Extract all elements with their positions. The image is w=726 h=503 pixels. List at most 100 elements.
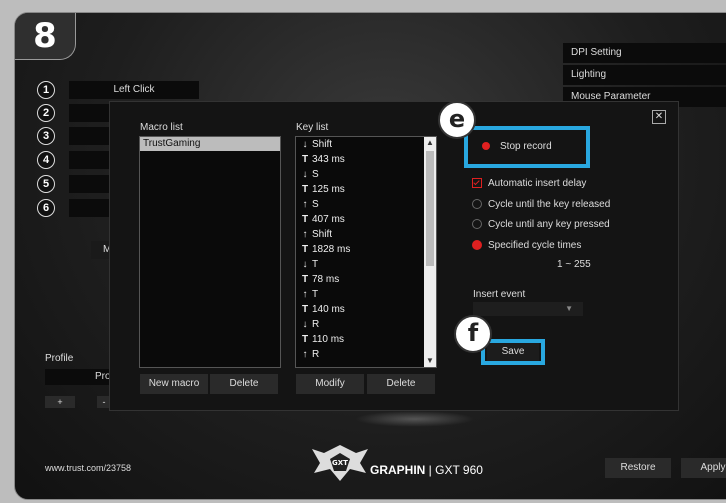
macro-dialog: ✕ Macro list TrustGaming Key list ↓ Shift… [109, 101, 679, 411]
scroll-thumb[interactable] [426, 151, 434, 266]
key-list-item-text: 110 ms [312, 334, 345, 345]
timer-icon: T [301, 184, 309, 195]
key-list-item[interactable]: T 78 ms [296, 272, 436, 287]
arrow-down-icon: ↓ [302, 139, 308, 150]
cycle-key-released-radio[interactable]: Cycle until the key released [472, 198, 610, 212]
callout-f: f [454, 315, 492, 353]
macro-list[interactable]: TrustGaming [139, 136, 281, 368]
insert-event-select[interactable]: ▼ [473, 302, 583, 316]
gxt-logo-icon: GXT [312, 445, 368, 481]
cycle-range-text[interactable]: 1 ~ 255 [557, 258, 591, 272]
menu-lighting[interactable]: Lighting [563, 65, 726, 85]
key-list-item[interactable]: T 407 ms [296, 212, 436, 227]
auto-insert-delay-label: Automatic insert delay [488, 178, 587, 189]
button-number: 4 [37, 151, 55, 169]
timer-icon: T [301, 304, 309, 315]
chevron-down-icon: ▼ [565, 304, 573, 313]
new-macro-button[interactable]: New macro [140, 374, 208, 394]
key-list-item[interactable]: ↓ S [296, 167, 436, 182]
key-list-item-text: T [312, 289, 319, 300]
profile-add-button[interactable]: + [45, 396, 75, 408]
key-list-item[interactable]: T 125 ms [296, 182, 436, 197]
key-list-scrollbar[interactable]: ▲ ▼ [424, 137, 436, 367]
save-button[interactable]: Save [487, 343, 539, 361]
macro-item[interactable]: TrustGaming [140, 137, 280, 151]
key-list-item-text: R [312, 319, 320, 330]
callout-e: e [438, 101, 476, 139]
auto-insert-delay-checkbox[interactable]: Automatic insert delay [472, 177, 586, 191]
timer-icon: T [301, 214, 309, 225]
close-icon[interactable]: ✕ [652, 110, 666, 124]
step-badge: 8 [15, 13, 76, 60]
key-list[interactable]: ↓ Shift T 343 ms ↓ S T 125 ms ↑ S T 407 ms ↑ Shift T 18… [295, 136, 437, 368]
record-dot-icon [482, 142, 490, 151]
cycle-any-key-radio[interactable]: Cycle until any key pressed [472, 218, 610, 232]
radio-selected-icon [472, 240, 482, 251]
key-list-item[interactable]: ↑ R [296, 347, 436, 362]
key-list-item[interactable]: ↓ Shift [296, 137, 436, 152]
scroll-down-icon[interactable]: ▼ [424, 355, 436, 367]
key-list-item[interactable]: T 1828 ms [296, 242, 436, 257]
stop-record-button[interactable]: Stop record [482, 140, 552, 154]
key-list-item[interactable]: ↑ S [296, 197, 436, 212]
restore-button[interactable]: Restore [605, 458, 671, 478]
key-list-item[interactable]: ↑ Shift [296, 227, 436, 242]
menu-dpi-setting[interactable]: DPI Setting [563, 43, 726, 63]
specified-cycle-radio[interactable]: Specified cycle times [472, 239, 581, 253]
key-list-item[interactable]: ↓ T [296, 257, 436, 272]
key-list-item-text: 1828 ms [312, 244, 351, 255]
settings-menu: DPI Setting Lighting Mouse Parameter [563, 43, 726, 109]
website-url[interactable]: www.trust.com/23758 [45, 463, 131, 473]
key-list-item-text: 407 ms [312, 214, 345, 225]
timer-icon: T [301, 244, 309, 255]
timer-icon: T [301, 154, 309, 165]
arrow-up-icon: ↑ [302, 229, 308, 240]
button-number: 6 [37, 199, 55, 217]
key-list-item-text: 78 ms [312, 274, 340, 285]
key-list-item[interactable]: ↓ R [296, 317, 436, 332]
delete-key-button[interactable]: Delete [367, 374, 435, 394]
delete-macro-button[interactable]: Delete [210, 374, 278, 394]
cycle-any-key-label: Cycle until any key pressed [488, 219, 610, 230]
key-list-item-text: R [312, 349, 320, 360]
radio-icon [472, 199, 482, 210]
stop-record-label: Stop record [500, 141, 552, 152]
profile-label: Profile [45, 353, 74, 364]
key-list-item-text: S [312, 169, 319, 180]
timer-icon: T [301, 274, 309, 285]
arrow-down-icon: ↓ [302, 259, 308, 270]
scroll-up-icon[interactable]: ▲ [424, 137, 436, 149]
svg-text:GXT: GXT [332, 459, 348, 467]
product-brand: GRAPHIN | GXT 960 [370, 463, 483, 477]
macro-list-label: Macro list [140, 122, 183, 133]
modify-button[interactable]: Modify [296, 374, 364, 394]
key-list-item-text: 125 ms [312, 184, 345, 195]
button-number: 5 [37, 175, 55, 193]
checkbox-icon [472, 178, 482, 189]
arrow-up-icon: ↑ [302, 349, 308, 360]
timer-icon: T [301, 334, 309, 345]
key-list-label: Key list [296, 122, 329, 133]
key-list-item-text: 343 ms [312, 154, 345, 165]
arrow-up-icon: ↑ [302, 199, 308, 210]
specified-cycle-label: Specified cycle times [488, 240, 582, 251]
key-list-item[interactable]: ↑ T [296, 287, 436, 302]
button-number: 2 [37, 104, 55, 122]
mouse-glow-decoration [355, 411, 475, 427]
brand-model: GXT 960 [435, 463, 483, 477]
key-list-item[interactable]: T 343 ms [296, 152, 436, 167]
insert-event-label: Insert event [473, 289, 526, 300]
apply-button[interactable]: Apply [681, 458, 726, 478]
brand-name: GRAPHIN [370, 463, 426, 477]
arrow-up-icon: ↑ [302, 289, 308, 300]
arrow-down-icon: ↓ [302, 169, 308, 180]
key-list-item-text: Shift [312, 229, 333, 240]
radio-icon [472, 219, 482, 230]
key-list-item[interactable]: T 110 ms [296, 332, 436, 347]
key-list-item-text: 140 ms [312, 304, 345, 315]
key-list-item[interactable]: T 140 ms [296, 302, 436, 317]
screenshot-frame: 8 1 Left Click 2 3 N 4 5 [0, 0, 726, 503]
arrow-down-icon: ↓ [302, 319, 308, 330]
button-assignment[interactable]: Left Click [69, 81, 199, 99]
key-list-item-text: Shift [312, 139, 333, 150]
